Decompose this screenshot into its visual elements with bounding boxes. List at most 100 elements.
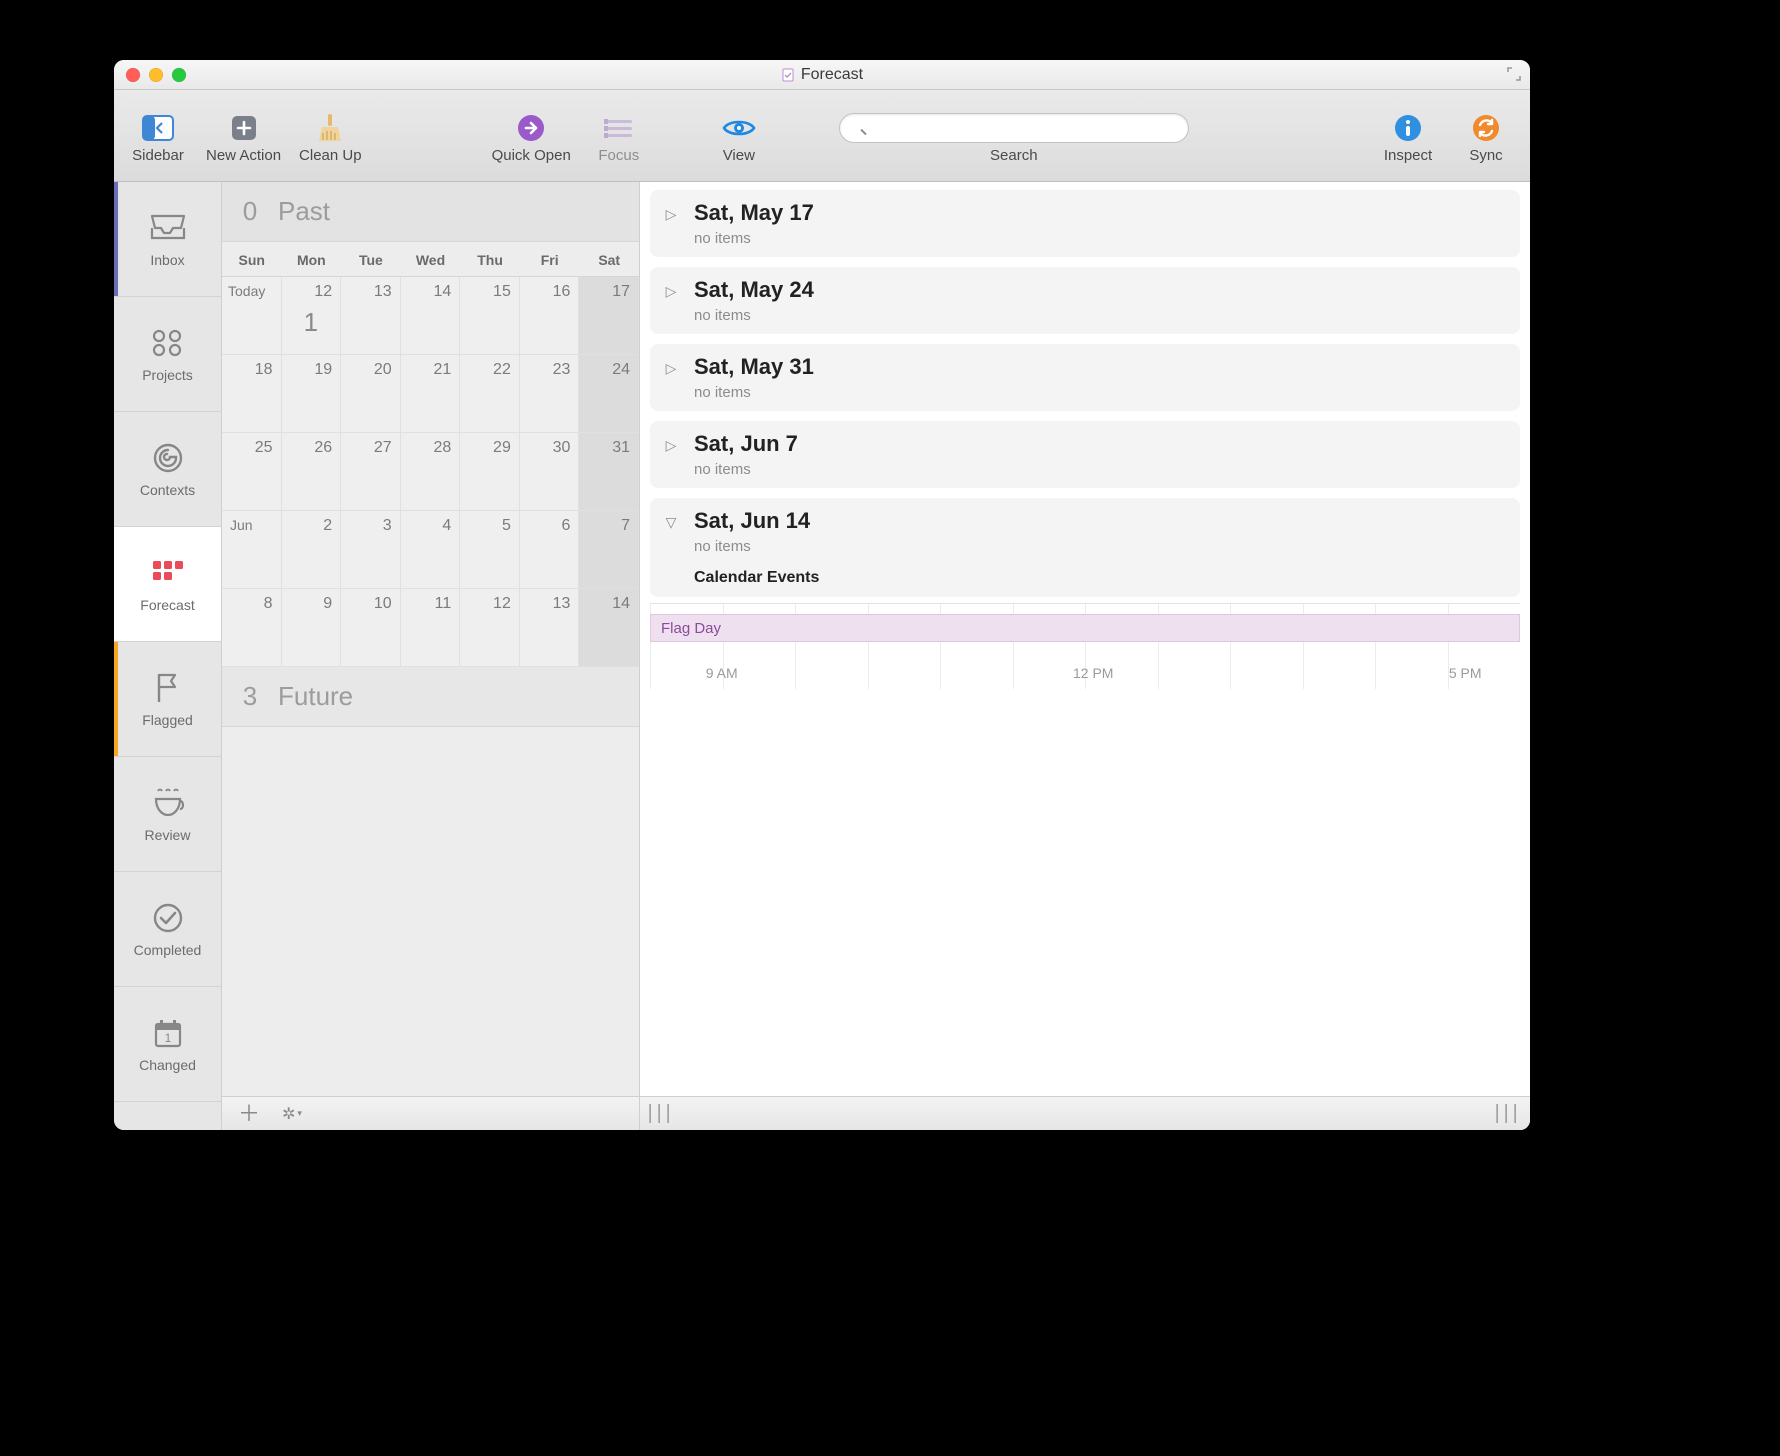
search-label: Search [990,147,1038,164]
cal-cell[interactable]: 5 [460,511,520,589]
cal-cell[interactable]: 3 [341,511,401,589]
nav-flagged[interactable]: Flagged [114,642,221,757]
event-title: Flag Day [661,620,721,637]
disclosure-right-icon[interactable]: ▷ [660,277,682,300]
cal-cell[interactable]: 7 [579,511,639,589]
app-window: Forecast Sidebar New Action [114,60,1530,1130]
cal-cell[interactable]: Jun [222,511,282,589]
calendar-pane: 0 Past Sun Mon Tue Wed Thu Fri Sat Today… [222,182,640,1130]
focus-button[interactable]: Focus [589,113,649,164]
info-icon [1390,113,1426,143]
time-label: 12 PM [1073,665,1113,681]
disclosure-down-icon[interactable]: ▽ [660,508,682,531]
inspect-button[interactable]: Inspect [1378,113,1438,164]
cal-cell[interactable]: 16 [520,277,580,355]
completed-icon [148,900,188,936]
cal-cell[interactable]: 26 [282,433,342,511]
dow-fri: Fri [520,242,580,277]
cal-cell[interactable]: 21 [401,355,461,433]
cal-cell[interactable]: 28 [401,433,461,511]
dow-wed: Wed [401,242,461,277]
cal-cell[interactable]: 30 [520,433,580,511]
cal-cell[interactable]: 31 [579,433,639,511]
disclosure-right-icon[interactable]: ▷ [660,200,682,223]
plus-icon [226,113,262,143]
cal-cell[interactable]: 25 [222,433,282,511]
past-row[interactable]: 0 Past [222,182,639,242]
toolbar: Sidebar New Action Clean Up Qu [114,90,1530,182]
day-subtitle: no items [694,230,814,247]
cal-cell[interactable]: 6 [520,511,580,589]
cal-cell[interactable]: 22 [460,355,520,433]
sync-icon [1468,113,1504,143]
day-group[interactable]: ▷ Sat, May 24 no items [650,267,1520,334]
new-action-button[interactable]: New Action [206,113,281,164]
sync-button[interactable]: Sync [1456,113,1516,164]
timeline-event[interactable]: Flag Day [650,614,1520,642]
search-input[interactable] [839,113,1189,143]
cal-cell[interactable]: 13 [341,277,401,355]
cal-cell[interactable]: 17 [579,277,639,355]
cal-cell[interactable]: 14 [401,277,461,355]
cal-cell[interactable]: 23 [520,355,580,433]
cal-cell[interactable]: 12 [460,589,520,667]
dow-thu: Thu [460,242,520,277]
dow-mon: Mon [282,242,342,277]
day-group[interactable]: ▽ Sat, Jun 14 no items [650,498,1520,565]
nav-inbox[interactable]: Inbox [114,182,221,297]
view-label: View [723,147,755,164]
nav-projects[interactable]: Projects [114,297,221,412]
future-label: Future [278,681,353,712]
quick-open-button[interactable]: Quick Open [492,113,571,164]
cal-cell[interactable]: 8 [222,589,282,667]
cal-cell[interactable]: 4 [401,511,461,589]
clean-up-button[interactable]: Clean Up [299,113,362,164]
split-handle-left[interactable]: ⎢⎢⎢ [648,1104,675,1124]
cal-cell[interactable]: 24 [579,355,639,433]
timeline: Flag Day 9 AM 12 PM 5 PM [650,603,1520,689]
content-pane: ▷ Sat, May 17 no items ▷ Sat, May 24 no … [640,182,1530,1130]
cal-cell[interactable]: 29 [460,433,520,511]
mid-footer: ＋ ✲▾ [222,1096,639,1130]
nav-review[interactable]: Review [114,757,221,872]
nav-forecast[interactable]: Forecast [114,527,221,642]
future-row[interactable]: 3 Future [222,667,639,727]
cal-cell[interactable]: 27 [341,433,401,511]
cal-cell[interactable]: 19 [282,355,342,433]
cal-cell[interactable]: 9 [282,589,342,667]
past-count: 0 [222,196,278,227]
cal-cell[interactable]: 13 [520,589,580,667]
new-action-label: New Action [206,147,281,164]
cal-cell[interactable]: 15 [460,277,520,355]
cal-cell[interactable]: 11 [401,589,461,667]
cal-cell[interactable]: 121 [282,277,342,355]
sidebar-toggle-button[interactable]: Sidebar [128,113,188,164]
day-group[interactable]: ▷ Sat, May 31 no items [650,344,1520,411]
view-button[interactable]: View [709,113,769,164]
cal-cell[interactable]: 14 [579,589,639,667]
split-handle-right[interactable]: ⎢⎢⎢ [1495,1104,1522,1124]
nav-completed[interactable]: Completed [114,872,221,987]
day-group[interactable]: ▷ Sat, Jun 7 no items [650,421,1520,488]
broom-icon [312,113,348,143]
quick-open-icon [513,113,549,143]
nav-changed[interactable]: 1 Changed [114,987,221,1102]
add-button[interactable]: ＋ [238,1103,260,1125]
fullscreen-icon[interactable] [1506,66,1522,82]
day-group[interactable]: ▷ Sat, May 17 no items [650,190,1520,257]
cal-cell[interactable]: 10 [341,589,401,667]
cal-cell[interactable]: 18 [222,355,282,433]
disclosure-right-icon[interactable]: ▷ [660,354,682,377]
nav-contexts[interactable]: Contexts [114,412,221,527]
cal-cell[interactable]: 20 [341,355,401,433]
day-subtitle: no items [694,538,810,555]
focus-icon [601,113,637,143]
sidebar-label: Sidebar [132,147,184,164]
cal-cell[interactable]: 2 [282,511,342,589]
forecast-icon [148,555,188,591]
inbox-icon [148,210,188,246]
disclosure-right-icon[interactable]: ▷ [660,431,682,454]
action-menu-button[interactable]: ✲▾ [282,1104,302,1124]
svg-text:1: 1 [164,1031,171,1045]
cal-cell[interactable]: Today [222,277,282,355]
